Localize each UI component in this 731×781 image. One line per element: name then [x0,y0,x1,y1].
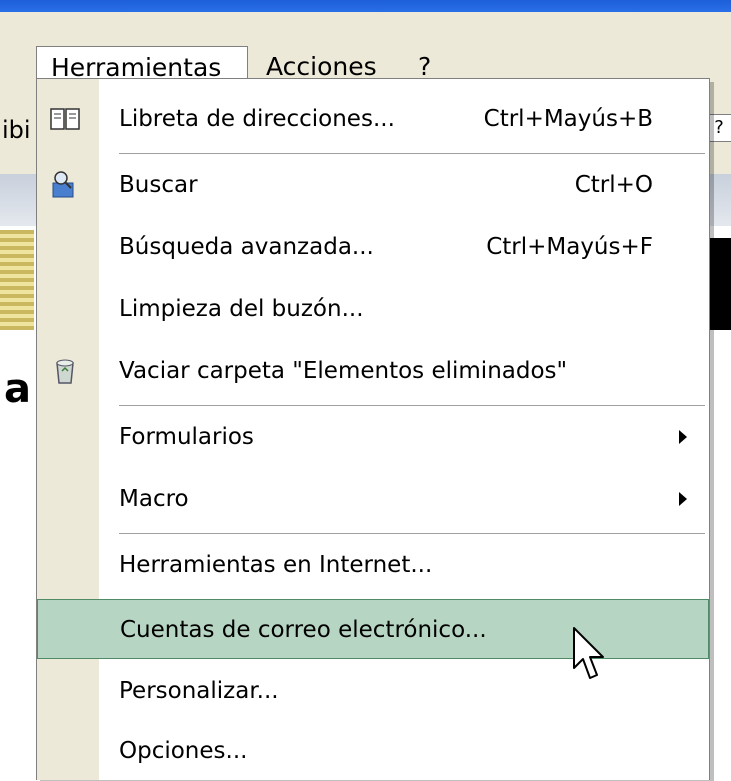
window-titlebar [0,0,731,12]
menu-item-shortcut: Ctrl+O [574,172,653,198]
menu-item-shortcut: Ctrl+Mayús+F [486,234,653,260]
menu-separator [119,533,705,534]
menu-bar: Herramientas Acciones ? [0,12,731,90]
menu-separator [119,405,705,406]
menu-item-label: Buscar [119,172,198,198]
background-heading-fragment: a [4,366,31,412]
submenu-arrow-icon [679,430,687,444]
menu-item-limpieza-buzon[interactable]: Limpieza del buzón... [37,279,709,339]
submenu-arrow-icon [679,492,687,506]
menu-item-libreta-direcciones[interactable]: Libreta de direcciones... Ctrl+Mayús+B [37,89,709,149]
menu-item-label: Limpieza del buzón... [119,296,364,322]
menu-item-label: Herramientas en Internet... [119,552,433,578]
menu-item-vaciar-carpeta[interactable]: Vaciar carpeta "Elementos eliminados" [37,341,709,401]
address-book-icon [50,108,80,130]
menu-item-label: Macro [119,486,189,512]
menu-item-opciones[interactable]: Opciones... [37,721,709,781]
menu-item-buscar[interactable]: Buscar Ctrl+O [37,155,709,215]
menu-item-shortcut: Ctrl+Mayús+B [483,106,653,132]
menu-item-label: Opciones... [119,738,248,764]
menu-item-formularios[interactable]: Formularios [37,407,709,467]
menu-item-label: Búsqueda avanzada... [119,234,374,260]
menu-item-label: Personalizar... [119,678,279,704]
menu-item-label: Vaciar carpeta "Elementos eliminados" [119,358,568,384]
menu-item-macro[interactable]: Macro [37,469,709,529]
mouse-pointer-icon [573,627,604,679]
menu-item-label: Cuentas de correo electrónico... [120,617,487,643]
menu-item-label: Libreta de direcciones... [119,106,395,132]
find-icon [52,171,74,198]
recycle-bin-icon [56,359,74,384]
background-toolbar-fragment: ibi [2,116,31,144]
background-stripes [0,230,34,330]
menu-item-busqueda-avanzada[interactable]: Búsqueda avanzada... Ctrl+Mayús+F [37,217,709,277]
menu-separator [119,153,705,154]
menu-item-herramientas-internet[interactable]: Herramientas en Internet... [37,535,709,595]
menu-item-label: Formularios [119,424,254,450]
